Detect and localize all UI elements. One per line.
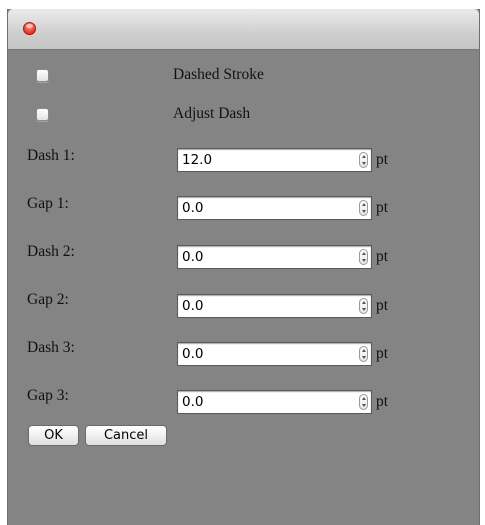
gap-2-input[interactable]: 0.0 [177, 294, 372, 318]
gap-2-stepper-icon[interactable] [359, 298, 368, 314]
dashed-stroke-checkbox[interactable] [36, 69, 49, 82]
gap-3-value: 0.0 [182, 394, 204, 410]
dash-1-unit: pt [376, 151, 389, 168]
dash-3-stepper-icon[interactable] [359, 346, 368, 362]
dash-2-stepper-icon[interactable] [359, 249, 368, 265]
dash-2-value: 0.0 [182, 249, 204, 265]
adjust-dash-checkbox[interactable] [36, 108, 49, 121]
dash-1-input[interactable]: 12.0 [177, 148, 372, 172]
gap-3-stepper-icon[interactable] [359, 394, 368, 410]
dash-settings-window: Dashed Stroke Adjust Dash Dash 1: 12.0 p… [7, 9, 480, 525]
title-bar[interactable] [8, 9, 479, 50]
cancel-button[interactable]: Cancel [85, 425, 167, 446]
gap-3-unit: pt [376, 393, 389, 410]
gap-1-label: Gap 1: [27, 195, 69, 212]
dash-3-input[interactable]: 0.0 [177, 342, 372, 366]
dash-2-label: Dash 2: [27, 243, 75, 260]
close-window-button[interactable] [23, 22, 36, 35]
ok-button[interactable]: OK [28, 425, 79, 446]
dash-2-unit: pt [376, 248, 389, 265]
gap-1-value: 0.0 [182, 200, 204, 216]
dash-3-label: Dash 3: [27, 339, 75, 356]
gap-3-input[interactable]: 0.0 [177, 390, 372, 414]
dash-1-stepper-icon[interactable] [359, 152, 368, 168]
dash-3-value: 0.0 [182, 346, 204, 362]
gap-2-unit: pt [376, 297, 389, 314]
gap-2-value: 0.0 [182, 298, 204, 314]
dash-1-label: Dash 1: [27, 147, 75, 164]
gap-2-label: Gap 2: [27, 291, 69, 308]
dash-3-unit: pt [376, 345, 389, 362]
gap-1-input[interactable]: 0.0 [177, 196, 372, 220]
dash-2-input[interactable]: 0.0 [177, 245, 372, 269]
dash-1-value: 12.0 [182, 152, 213, 168]
adjust-dash-label: Adjust Dash [173, 105, 251, 122]
gap-1-stepper-icon[interactable] [359, 200, 368, 216]
dashed-stroke-label: Dashed Stroke [173, 66, 264, 83]
gap-1-unit: pt [376, 199, 389, 216]
gap-3-label: Gap 3: [27, 387, 69, 404]
